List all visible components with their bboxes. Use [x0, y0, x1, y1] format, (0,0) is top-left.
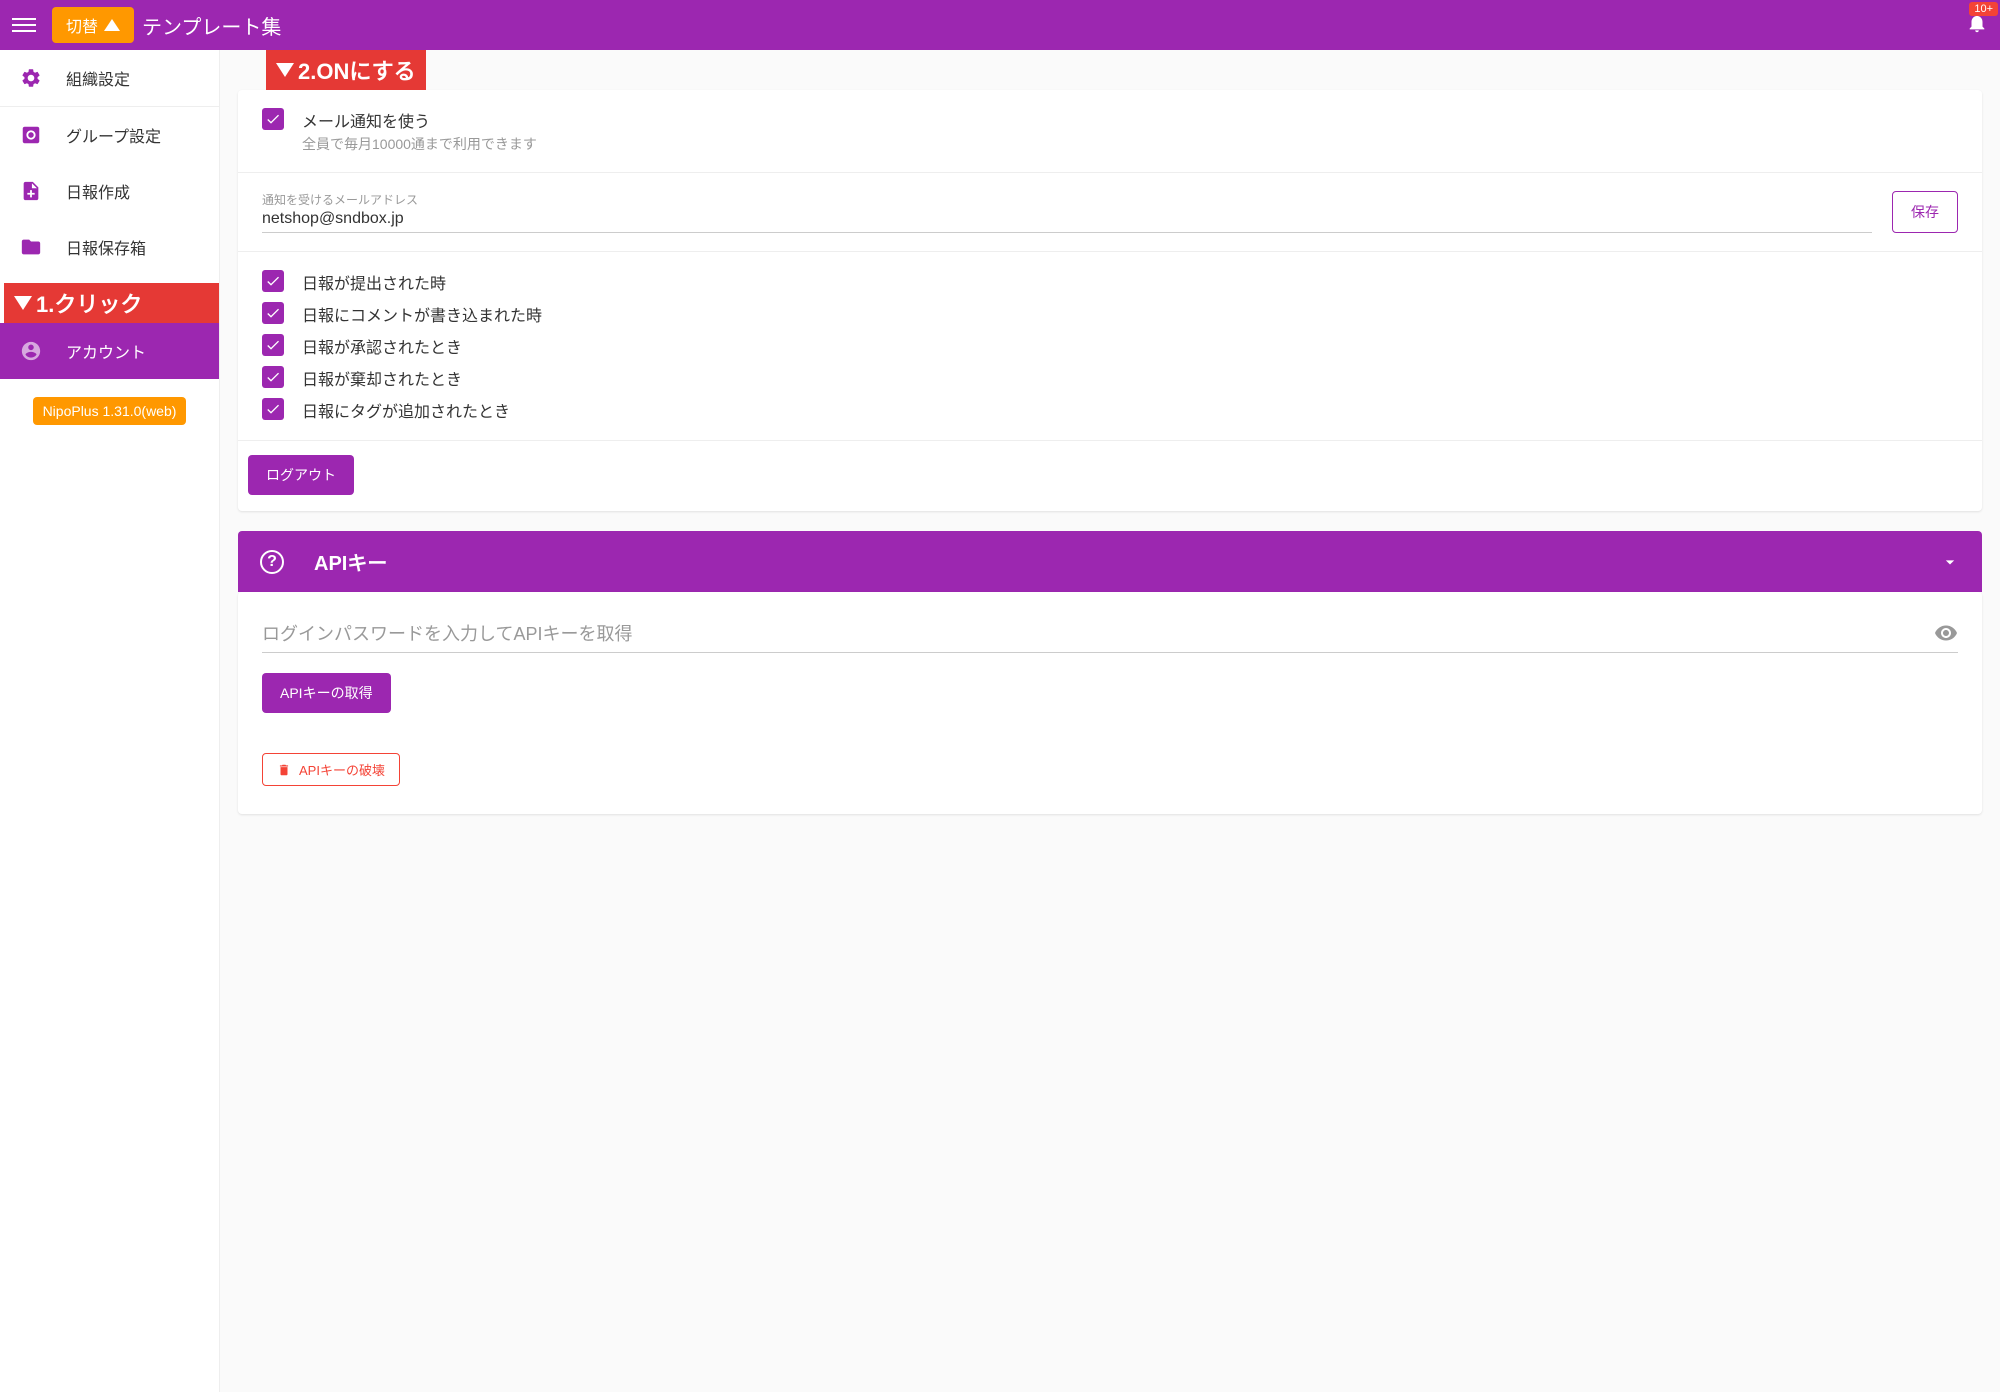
check-icon — [265, 305, 281, 321]
folder-icon — [20, 236, 42, 258]
use-mail-label: メール通知を使う — [302, 108, 537, 132]
api-password-input[interactable]: ログインパスワードを入力してAPIキーを取得 — [262, 620, 1958, 653]
help-icon: ? — [260, 550, 284, 574]
notification-badge: 10+ — [1969, 2, 1998, 16]
sidebar-item-create-report[interactable]: 日報作成 — [0, 163, 219, 219]
get-api-key-button[interactable]: APIキーの取得 — [262, 673, 391, 713]
trash-icon — [277, 763, 291, 777]
menu-icon[interactable] — [12, 13, 36, 37]
save-button[interactable]: 保存 — [1892, 191, 1958, 233]
email-float-label: 通知を受けるメールアドレス — [262, 191, 1872, 208]
api-header-title: APIキー — [314, 547, 1940, 576]
api-placeholder: ログインパスワードを入力してAPIキーを取得 — [262, 620, 1934, 646]
triangle-down-icon — [276, 63, 294, 77]
version-badge: NipoPlus 1.31.0(web) — [33, 397, 187, 425]
sidebar-item-group-settings[interactable]: グループ設定 — [0, 107, 219, 163]
opt-approved-checkbox[interactable] — [262, 334, 284, 356]
api-key-accordion[interactable]: ? APIキー — [238, 531, 1982, 592]
logout-button[interactable]: ログアウト — [248, 455, 354, 495]
check-icon — [265, 111, 281, 127]
opt-tagged-checkbox[interactable] — [262, 398, 284, 420]
chevron-down-icon — [1940, 552, 1960, 572]
opt-comment-label: 日報にコメントが書き込まれた時 — [302, 302, 542, 326]
mail-settings-card: メール通知を使う 全員で毎月10000通まで利用できます 通知を受けるメールアド… — [238, 90, 1982, 511]
email-value: netshop@sndbox.jp — [262, 210, 1872, 233]
opt-approved-label: 日報が承認されたとき — [302, 334, 462, 358]
opt-tagged-label: 日報にタグが追加されたとき — [302, 398, 510, 422]
sidebar-item-label: 日報作成 — [66, 179, 130, 203]
email-field[interactable]: 通知を受けるメールアドレス netshop@sndbox.jp — [262, 191, 1872, 233]
use-mail-sublabel: 全員で毎月10000通まで利用できます — [302, 134, 537, 154]
sidebar-item-label: アカウント — [66, 339, 146, 363]
check-icon — [265, 401, 281, 417]
destroy-label: APIキーの破壊 — [299, 760, 385, 779]
triangle-down-icon — [14, 296, 32, 310]
opt-rejected-checkbox[interactable] — [262, 366, 284, 388]
destroy-api-key-button[interactable]: APIキーの破壊 — [262, 753, 400, 786]
opt-comment-checkbox[interactable] — [262, 302, 284, 324]
sidebar-item-account[interactable]: アカウント — [0, 323, 219, 379]
main-content: 2.ONにする メール通知を使う 全員で毎月10000通まで利用できます — [220, 50, 2000, 1392]
api-card: ログインパスワードを入力してAPIキーを取得 APIキーの取得 APIキーの破壊 — [238, 592, 1982, 814]
app-header: 切替 テンプレート集 10+ — [0, 0, 2000, 50]
page-title: テンプレート集 — [142, 11, 281, 40]
sidebar-item-label: グループ設定 — [66, 123, 161, 147]
switch-button[interactable]: 切替 — [52, 7, 134, 43]
notification-button[interactable]: 10+ — [1966, 12, 1988, 39]
check-icon — [265, 337, 281, 353]
check-icon — [265, 369, 281, 385]
eye-icon[interactable] — [1934, 621, 1958, 645]
gear-icon — [20, 67, 42, 89]
use-mail-checkbox[interactable] — [262, 108, 284, 130]
note-add-icon — [20, 180, 42, 202]
opt-submitted-checkbox[interactable] — [262, 270, 284, 292]
sidebar-item-label: 日報保存箱 — [66, 235, 146, 259]
account-icon — [20, 340, 42, 362]
sidebar-item-report-box[interactable]: 日報保存箱 — [0, 219, 219, 275]
triangle-up-icon — [104, 19, 120, 31]
switch-label: 切替 — [66, 13, 98, 37]
sidebar-item-org-settings[interactable]: 組織設定 — [0, 50, 219, 107]
check-icon — [265, 273, 281, 289]
sidebar-item-label: 組織設定 — [66, 66, 130, 90]
annotation-click: 1.クリック — [4, 283, 219, 323]
opt-submitted-label: 日報が提出された時 — [302, 270, 446, 294]
annotation-on: 2.ONにする — [266, 50, 426, 90]
sidebar: 組織設定 グループ設定 日報作成 日報保存箱 1.クリック アカウント Nipo… — [0, 50, 220, 1392]
settings-app-icon — [20, 124, 42, 146]
opt-rejected-label: 日報が棄却されたとき — [302, 366, 462, 390]
